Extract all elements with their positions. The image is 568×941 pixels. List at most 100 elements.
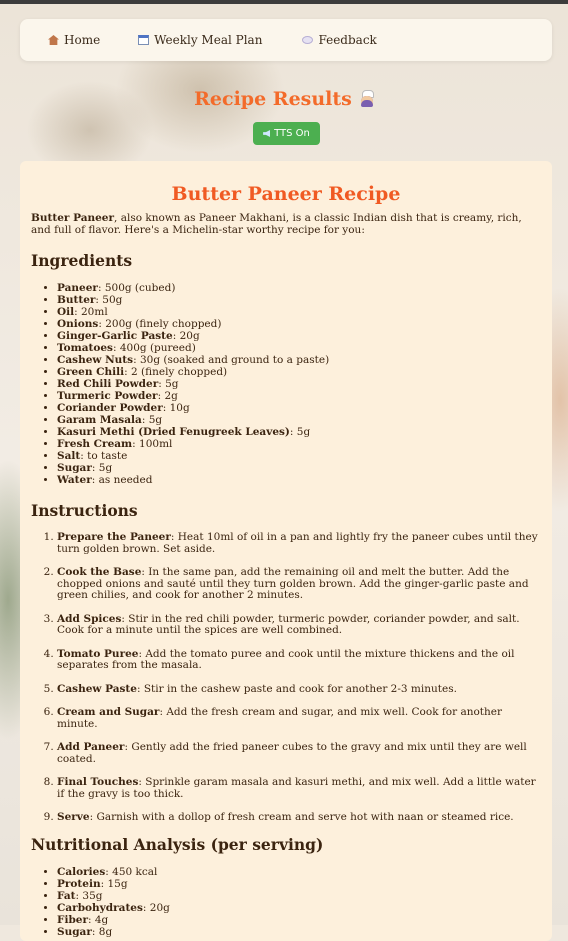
home-icon	[48, 35, 59, 45]
nutrition-item: Protein: 15g	[57, 878, 541, 890]
ingredient-item: Ginger-Garlic Paste: 20g	[57, 330, 541, 342]
ingredient-item: Coriander Powder: 10g	[57, 402, 541, 414]
ingredient-item: Cashew Nuts: 30g (soaked and ground to a…	[57, 354, 541, 366]
nav-home-label: Home	[64, 33, 101, 47]
ingredient-item-detail: : 5g	[141, 414, 163, 426]
ingredient-item-detail: : 20ml	[74, 306, 108, 318]
speaker-icon	[263, 130, 271, 137]
nutrition-item-name: Carbohydrates	[57, 901, 143, 914]
ingredient-item-detail: : 50g	[95, 294, 123, 306]
nutrition-item: Calories: 450 kcal	[57, 866, 541, 878]
instruction-step: Add Spices: Stir in the red chili powder…	[57, 612, 541, 637]
ingredient-item: Salt: to taste	[57, 450, 541, 462]
nutrition-item-name: Sugar	[57, 925, 92, 938]
instruction-step-name: Add Spices	[57, 612, 122, 625]
ingredient-item: Water: as needed	[57, 474, 541, 486]
speech-bubble-icon	[302, 36, 314, 44]
ingredient-item-detail: : 5g	[91, 462, 113, 474]
nav-feedback[interactable]: Feedback	[298, 33, 380, 47]
nutrition-item: Carbohydrates: 20g	[57, 902, 541, 914]
ingredient-item-name: Onions	[57, 318, 99, 330]
intro-dish-name: Butter Paneer	[31, 212, 115, 224]
instruction-step-name: Tomato Puree	[57, 647, 139, 660]
ingredients-list: Paneer: 500g (cubed)Butter: 50gOil: 20ml…	[31, 282, 541, 486]
instruction-step-name: Cream and Sugar	[57, 706, 160, 718]
ingredient-item-detail: : 2 (finely chopped)	[124, 366, 228, 378]
page-title: Recipe Results	[0, 88, 568, 110]
page-title-text: Recipe Results	[194, 88, 352, 110]
instruction-step: Cream and Sugar: Add the fresh cream and…	[57, 706, 541, 730]
ingredient-item-name: Butter	[57, 294, 96, 306]
instruction-step-detail: : Gently add the fried paneer cubes to t…	[57, 741, 527, 765]
ingredient-item-name: Cashew Nuts	[57, 354, 134, 366]
ingredient-item-name: Water	[57, 474, 92, 486]
nutrition-item-detail: : 8g	[91, 925, 113, 938]
instruction-step-name: Add Paneer	[57, 741, 125, 753]
navigation-bar: Home Weekly Meal Plan Feedback	[20, 19, 552, 61]
instruction-step-detail: : Stir in the red chili powder, turmeric…	[57, 612, 520, 636]
ingredient-item: Onions: 200g (finely chopped)	[57, 318, 541, 330]
tts-label: TTS On	[274, 128, 310, 139]
ingredient-item-detail: : 2g	[157, 390, 178, 402]
ingredient-item: Butter: 50g	[57, 294, 541, 306]
ingredient-item: Garam Masala: 5g	[57, 414, 541, 426]
instruction-step-name: Serve	[57, 811, 90, 823]
chef-icon	[360, 90, 374, 107]
instruction-step: Tomato Puree: Add the tomato puree and c…	[57, 647, 541, 672]
ingredient-item-detail: : 20g	[172, 330, 200, 342]
ingredient-item-name: Green Chili	[57, 366, 125, 378]
instruction-step-name: Prepare the Paneer	[57, 531, 171, 543]
nav-weekly-meal-plan[interactable]: Weekly Meal Plan	[134, 33, 266, 47]
ingredient-item-name: Fresh Cream	[57, 438, 133, 450]
ingredient-item-name: Ginger-Garlic Paste	[57, 330, 173, 342]
ingredient-item-name: Oil	[57, 306, 75, 318]
instructions-heading: Instructions	[31, 501, 138, 520]
ingredient-item-name: Coriander Powder	[57, 402, 163, 414]
nutrition-item-detail: : 35g	[75, 889, 103, 902]
nutrition-item-name: Protein	[57, 877, 101, 890]
nutrition-list: Calories: 450 kcalProtein: 15gFat: 35gCa…	[31, 866, 541, 938]
instruction-step: Cashew Paste: Stir in the cashew paste a…	[57, 682, 541, 696]
calendar-icon	[138, 35, 150, 45]
ingredient-item: Paneer: 500g (cubed)	[57, 282, 541, 294]
instruction-step-detail: : Garnish with a dollop of fresh cream a…	[89, 811, 514, 823]
ingredient-item-detail: : 100ml	[132, 438, 173, 450]
nutrition-item-name: Fat	[57, 889, 76, 902]
nutrition-heading: Nutritional Analysis (per serving)	[31, 834, 324, 854]
ingredient-item-name: Kasuri Methi (Dried Fenugreek Leaves)	[57, 426, 290, 438]
recipe-card: Butter Paneer Recipe Butter Paneer, also…	[20, 161, 552, 941]
instruction-step-name: Cashew Paste	[57, 682, 137, 695]
instruction-step: Prepare the Paneer: Heat 10ml of oil in …	[57, 531, 541, 555]
instruction-step: Cook the Base: In the same pan, add the …	[57, 566, 541, 602]
recipe-title: Butter Paneer Recipe	[171, 183, 401, 205]
instruction-step: Serve: Garnish with a dollop of fresh cr…	[57, 811, 541, 824]
recipe-intro: Butter Paneer, also known as Paneer Makh…	[31, 212, 541, 236]
ingredient-item: Red Chili Powder: 5g	[57, 378, 541, 390]
nav-weekly-meal-plan-label: Weekly Meal Plan	[154, 33, 263, 47]
ingredients-heading: Ingredients	[31, 251, 133, 270]
ingredient-item-detail: : 30g (soaked and ground to a paste)	[133, 354, 330, 366]
tts-toggle-button[interactable]: TTS On	[253, 122, 320, 145]
nutrition-item: Sugar: 8g	[57, 926, 541, 938]
ingredient-item-detail: : 500g (cubed)	[97, 282, 176, 294]
ingredient-item-detail: : 5g	[289, 426, 311, 438]
nutrition-item: Fiber: 4g	[57, 914, 541, 926]
instruction-step-name: Cook the Base	[57, 566, 142, 578]
ingredient-item-name: Garam Masala	[57, 414, 142, 426]
ingredient-item: Oil: 20ml	[57, 306, 541, 318]
window-top-edge	[0, 0, 568, 4]
ingredient-item-name: Sugar	[57, 462, 92, 474]
nutrition-item-name: Fiber	[57, 913, 88, 926]
ingredient-item-detail: : to taste	[80, 450, 128, 462]
nav-home[interactable]: Home	[44, 33, 104, 47]
instructions-list: Prepare the Paneer: Heat 10ml of oil in …	[31, 531, 541, 824]
nutrition-item-detail: : 4g	[88, 913, 109, 926]
ingredient-item-detail: : 200g (finely chopped)	[98, 318, 222, 330]
nutrition-item-name: Calories	[57, 865, 106, 878]
ingredient-item-name: Paneer	[57, 282, 98, 294]
ingredient-item: Fresh Cream: 100ml	[57, 438, 541, 450]
ingredient-item-name: Turmeric Powder	[57, 390, 158, 402]
instruction-step: Add Paneer: Gently add the fried paneer …	[57, 741, 541, 765]
instruction-step-name: Final Touches	[57, 776, 139, 788]
nav-feedback-label: Feedback	[318, 33, 377, 47]
